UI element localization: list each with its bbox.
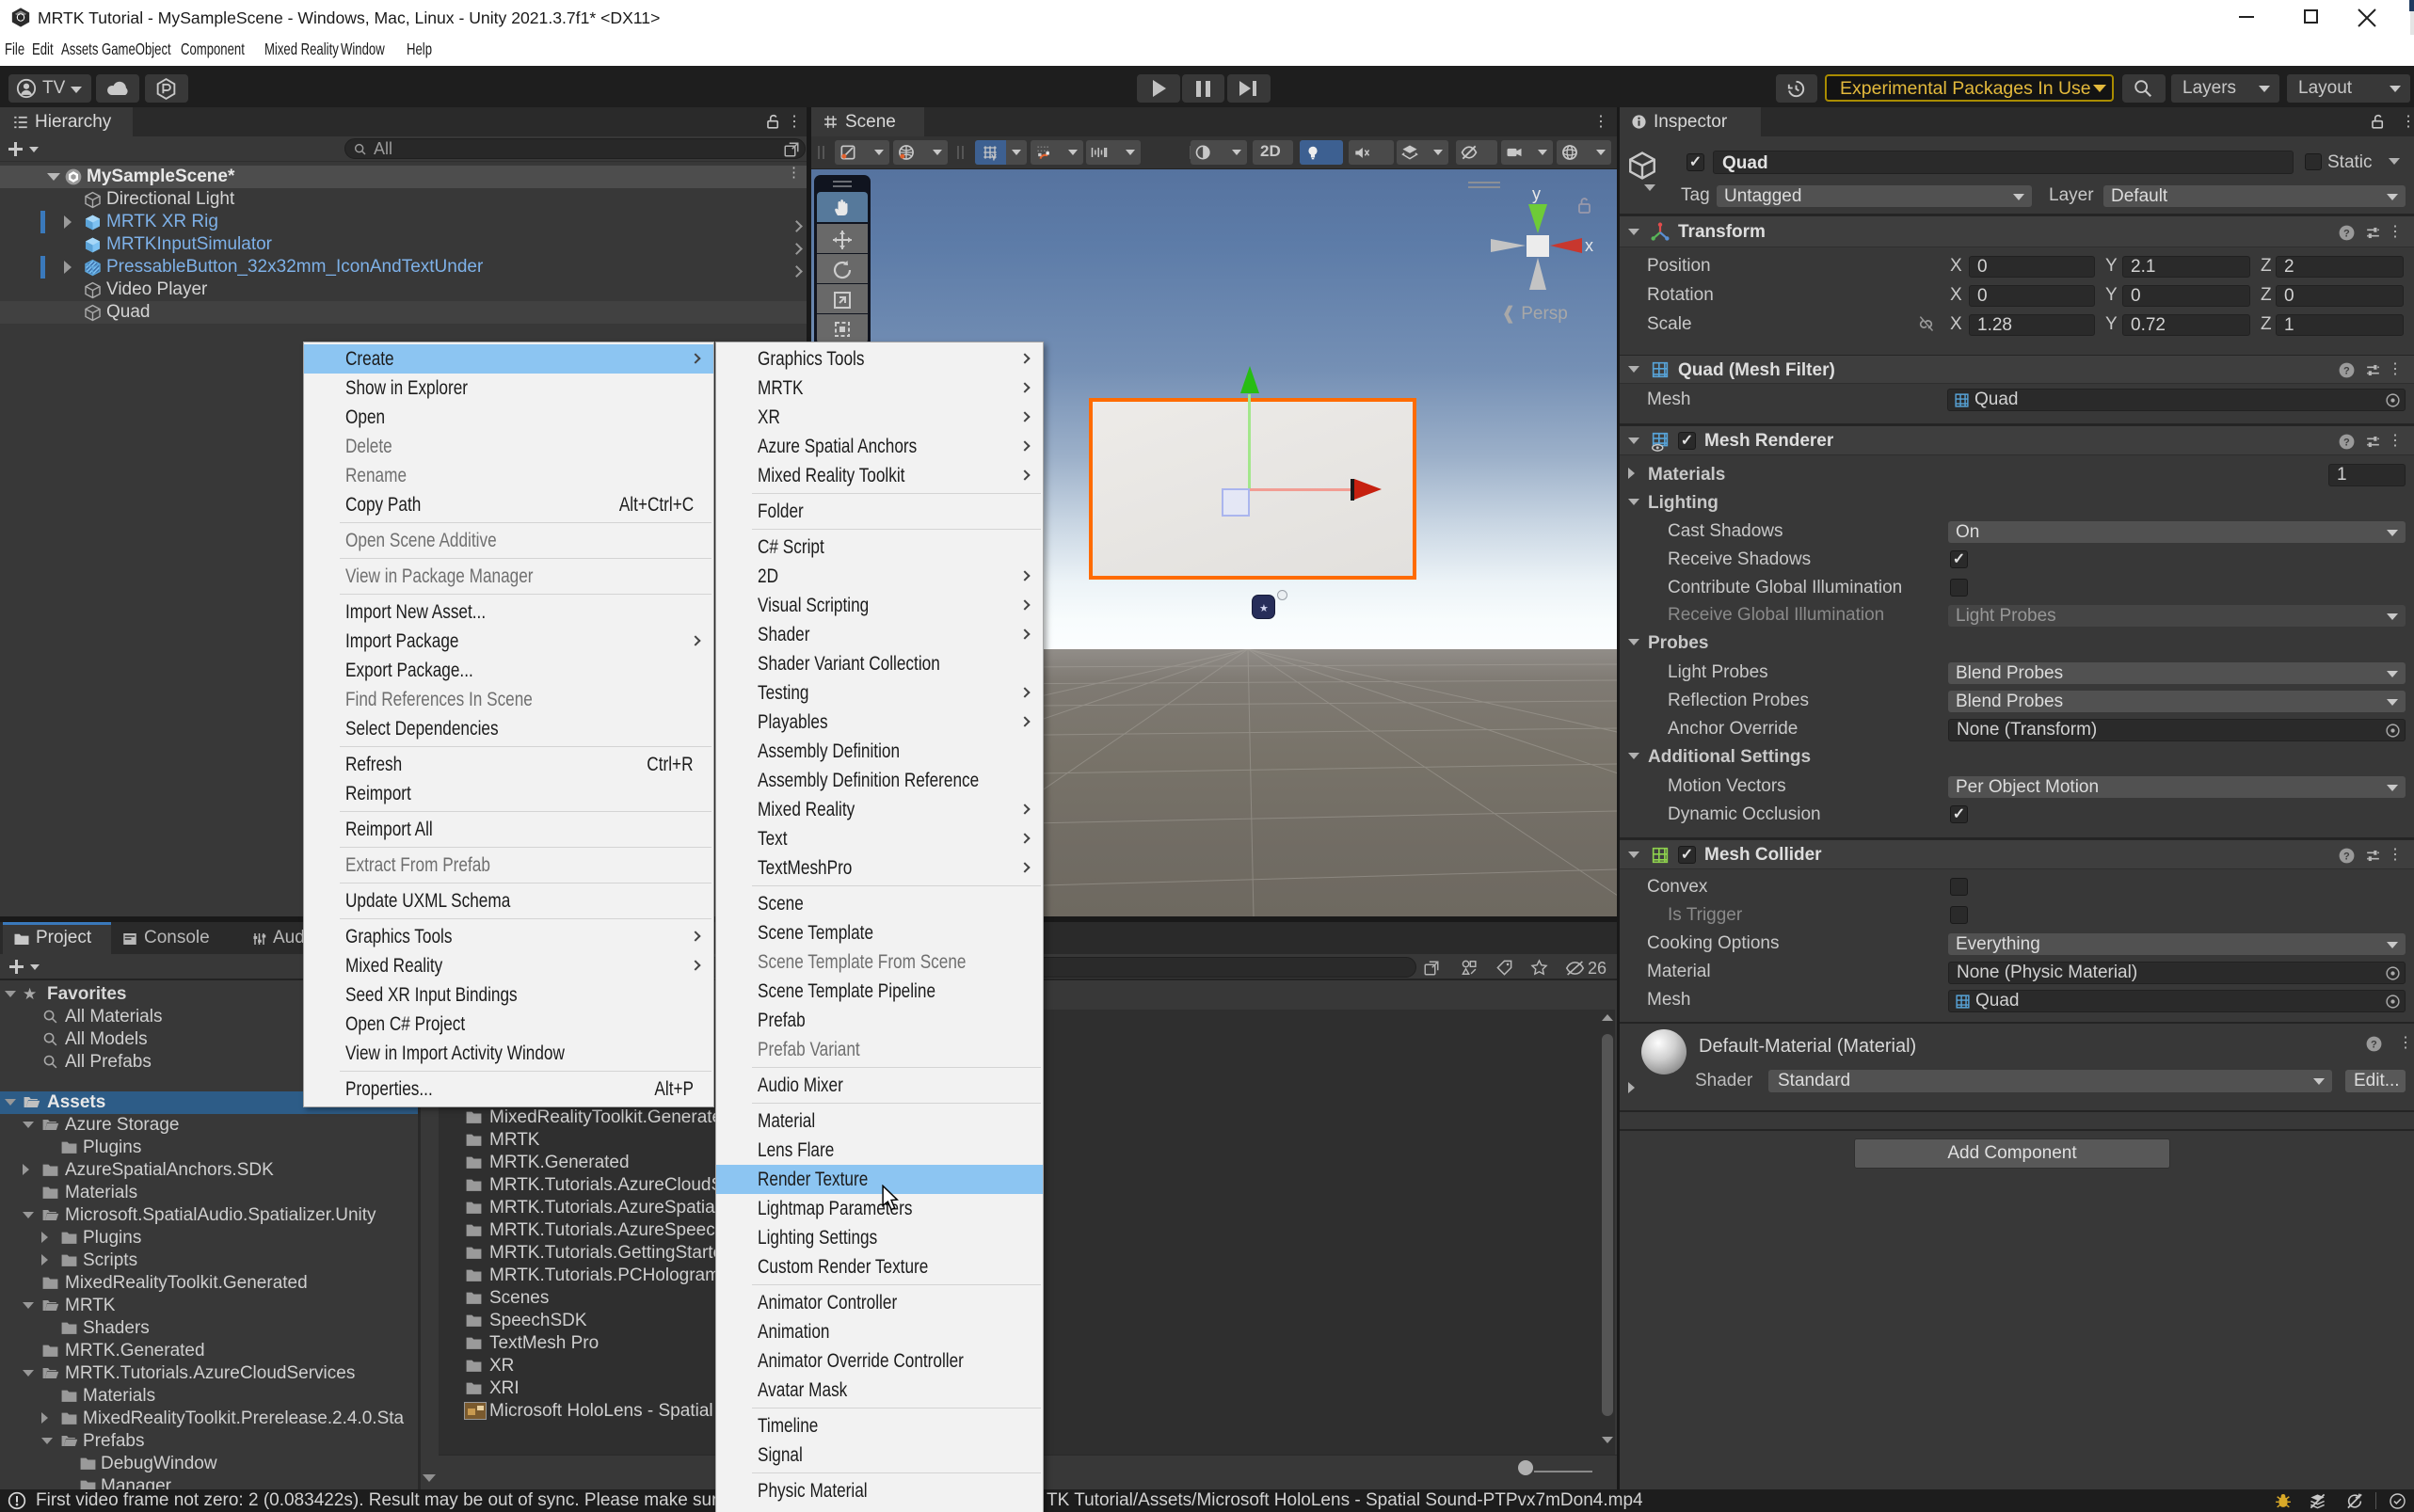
svg-text:Y: Y	[991, 152, 997, 162]
svg-text:?: ?	[2343, 851, 2350, 862]
svg-text:?: ?	[2343, 228, 2350, 239]
svg-text:?: ?	[2343, 437, 2350, 448]
svg-text:?: ?	[2343, 365, 2350, 376]
svg-text:?: ?	[2371, 1039, 2377, 1050]
svg-text:y: y	[1532, 184, 1541, 203]
svg-text:x: x	[1585, 236, 1593, 255]
